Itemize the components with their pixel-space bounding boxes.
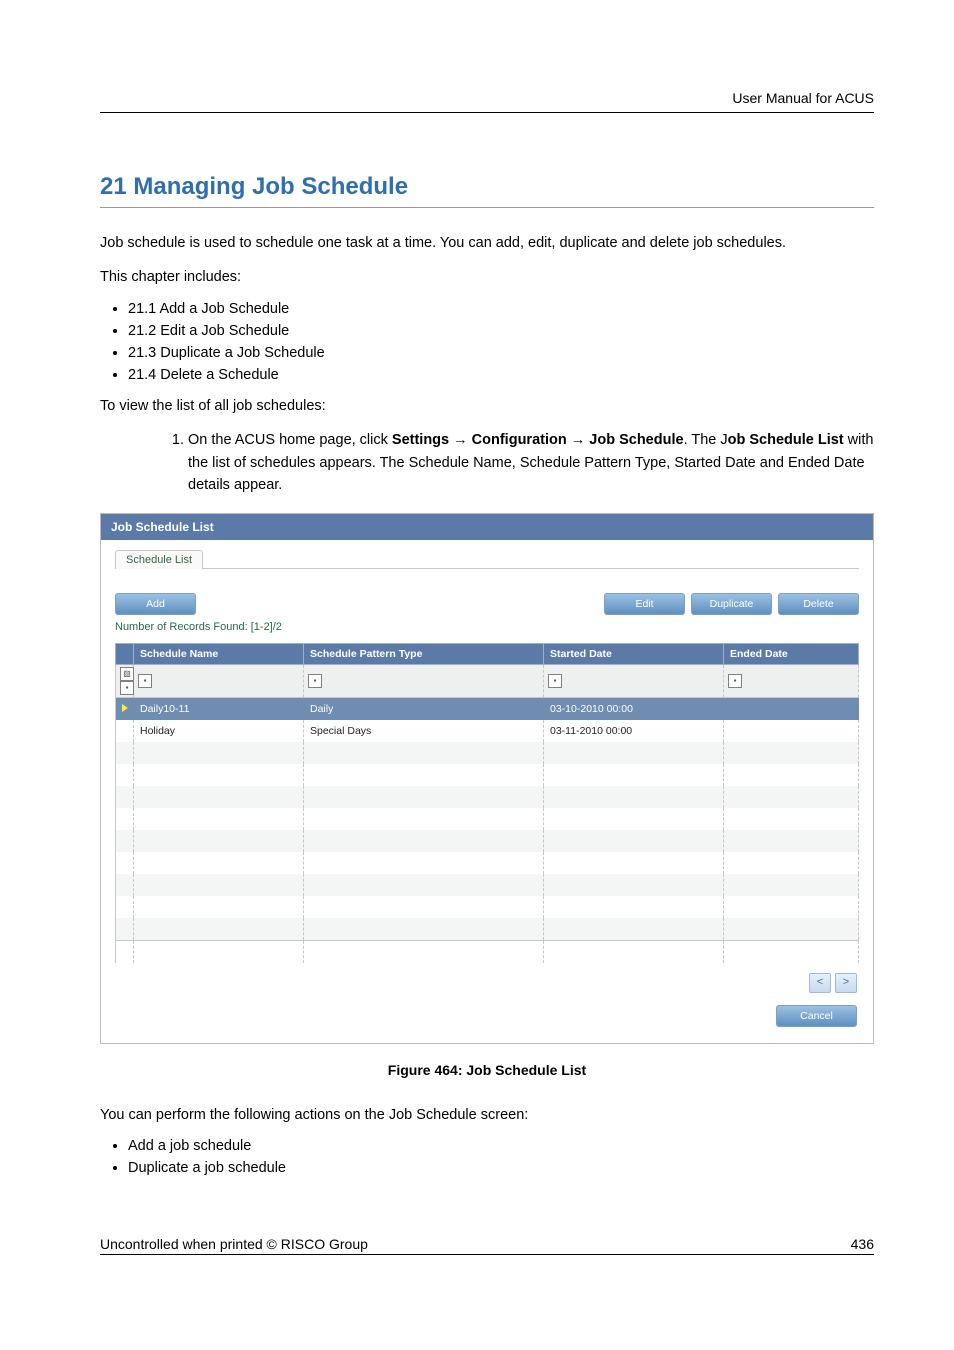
- filter-icon[interactable]: ▪: [728, 674, 742, 688]
- duplicate-button[interactable]: Duplicate: [691, 593, 772, 615]
- caret-right-icon: [122, 704, 128, 712]
- row-marker: [116, 697, 134, 720]
- cell-ended: [724, 720, 859, 742]
- table-row: [116, 918, 859, 941]
- table-row: [116, 874, 859, 896]
- table-row: [116, 808, 859, 830]
- footer-left: Uncontrolled when printed © RISCO Group: [100, 1236, 368, 1252]
- table-row[interactable]: Holiday Special Days 03-11-2010 00:00: [116, 720, 859, 742]
- table-row: [116, 896, 859, 918]
- filter-cell[interactable]: ▪: [544, 664, 724, 697]
- delete-button[interactable]: Delete: [778, 593, 859, 615]
- step-text: Configuration: [472, 432, 567, 448]
- col-ended[interactable]: Ended Date: [724, 643, 859, 664]
- table-row: [116, 742, 859, 764]
- figure-caption: Figure 464: Job Schedule List: [100, 1062, 874, 1078]
- filter-icon[interactable]: ▪: [120, 681, 134, 695]
- page-prev-button[interactable]: <: [809, 973, 831, 993]
- table-row[interactable]: Daily10-11 Daily 03-10-2010 00:00: [116, 697, 859, 720]
- step-text: Job Schedule: [589, 432, 683, 448]
- cell-name: Daily10-11: [134, 697, 304, 720]
- doc-title: User Manual for ACUS: [732, 90, 874, 106]
- cell-started: 03-10-2010 00:00: [544, 697, 724, 720]
- list-item: Add a job schedule: [128, 1138, 874, 1154]
- schedule-table: Schedule Name Schedule Pattern Type Star…: [115, 643, 859, 963]
- page-next-button[interactable]: >: [835, 973, 857, 993]
- pager: < >: [115, 963, 859, 999]
- step-item: On the ACUS home page, click Settings → …: [188, 429, 874, 496]
- filter-icon[interactable]: ▪: [308, 674, 322, 688]
- col-pattern[interactable]: Schedule Pattern Type: [304, 643, 544, 664]
- table-row: [116, 830, 859, 852]
- records-found-label: Number of Records Found: [1-2]/2: [115, 621, 859, 633]
- tab-schedule-list[interactable]: Schedule List: [115, 550, 203, 569]
- cell-ended: [724, 697, 859, 720]
- filter-icon[interactable]: ▪: [548, 674, 562, 688]
- edit-button[interactable]: Edit: [604, 593, 685, 615]
- list-item: 21.1 Add a Job Schedule: [128, 301, 874, 317]
- table-row: [116, 852, 859, 874]
- section-heading: 21 Managing Job Schedule: [100, 173, 874, 208]
- list-item: 21.2 Edit a Job Schedule: [128, 323, 874, 339]
- filter-icon[interactable]: ▨: [120, 667, 134, 681]
- cell-started: 03-11-2010 00:00: [544, 720, 724, 742]
- post-panel-intro: You can perform the following actions on…: [100, 1104, 874, 1126]
- page-header: User Manual for ACUS: [100, 90, 874, 113]
- page-footer: Uncontrolled when printed © RISCO Group …: [100, 1236, 874, 1255]
- add-button[interactable]: Add: [115, 593, 196, 615]
- job-schedule-panel: Job Schedule List Schedule List Add Edit…: [100, 513, 874, 1044]
- view-intro: To view the list of all job schedules:: [100, 395, 874, 417]
- list-item: Duplicate a job schedule: [128, 1160, 874, 1176]
- cell-pattern: Daily: [304, 697, 544, 720]
- filter-cell[interactable]: ▪: [134, 664, 304, 697]
- col-name[interactable]: Schedule Name: [134, 643, 304, 664]
- actions-list: Add a job schedule Duplicate a job sched…: [100, 1138, 874, 1176]
- steps-list: On the ACUS home page, click Settings → …: [100, 429, 874, 496]
- includes-label: This chapter includes:: [100, 266, 874, 288]
- cell-pattern: Special Days: [304, 720, 544, 742]
- filter-cell[interactable]: ▪: [304, 664, 544, 697]
- filter-icon[interactable]: ▪: [138, 674, 152, 688]
- cell-name: Holiday: [134, 720, 304, 742]
- step-text: ob Schedule List: [728, 432, 844, 448]
- step-text: On the ACUS home page, click: [188, 432, 392, 448]
- tab-underline: [115, 568, 859, 569]
- table-row: [116, 786, 859, 808]
- step-text: →: [567, 432, 590, 448]
- table-row: [116, 940, 859, 963]
- page-number: 436: [851, 1236, 874, 1252]
- panel-title: Job Schedule List: [101, 514, 873, 540]
- intro-paragraph: Job schedule is used to schedule one tas…: [100, 232, 874, 254]
- table-row: [116, 764, 859, 786]
- step-text: . The J: [684, 432, 728, 448]
- row-marker: [116, 720, 134, 742]
- col-started[interactable]: Started Date: [544, 643, 724, 664]
- list-item: 21.4 Delete a Schedule: [128, 367, 874, 383]
- table-filter-row: ▨▪ ▪ ▪ ▪ ▪: [116, 664, 859, 697]
- step-text: Settings: [392, 432, 449, 448]
- includes-list: 21.1 Add a Job Schedule 21.2 Edit a Job …: [100, 301, 874, 383]
- list-item: 21.3 Duplicate a Job Schedule: [128, 345, 874, 361]
- col-marker: [116, 643, 134, 664]
- table-header-row: Schedule Name Schedule Pattern Type Star…: [116, 643, 859, 664]
- step-text: →: [449, 432, 472, 448]
- filter-cell[interactable]: ▪: [724, 664, 859, 697]
- cancel-button[interactable]: Cancel: [776, 1005, 857, 1027]
- filter-cell[interactable]: ▨▪: [116, 664, 134, 697]
